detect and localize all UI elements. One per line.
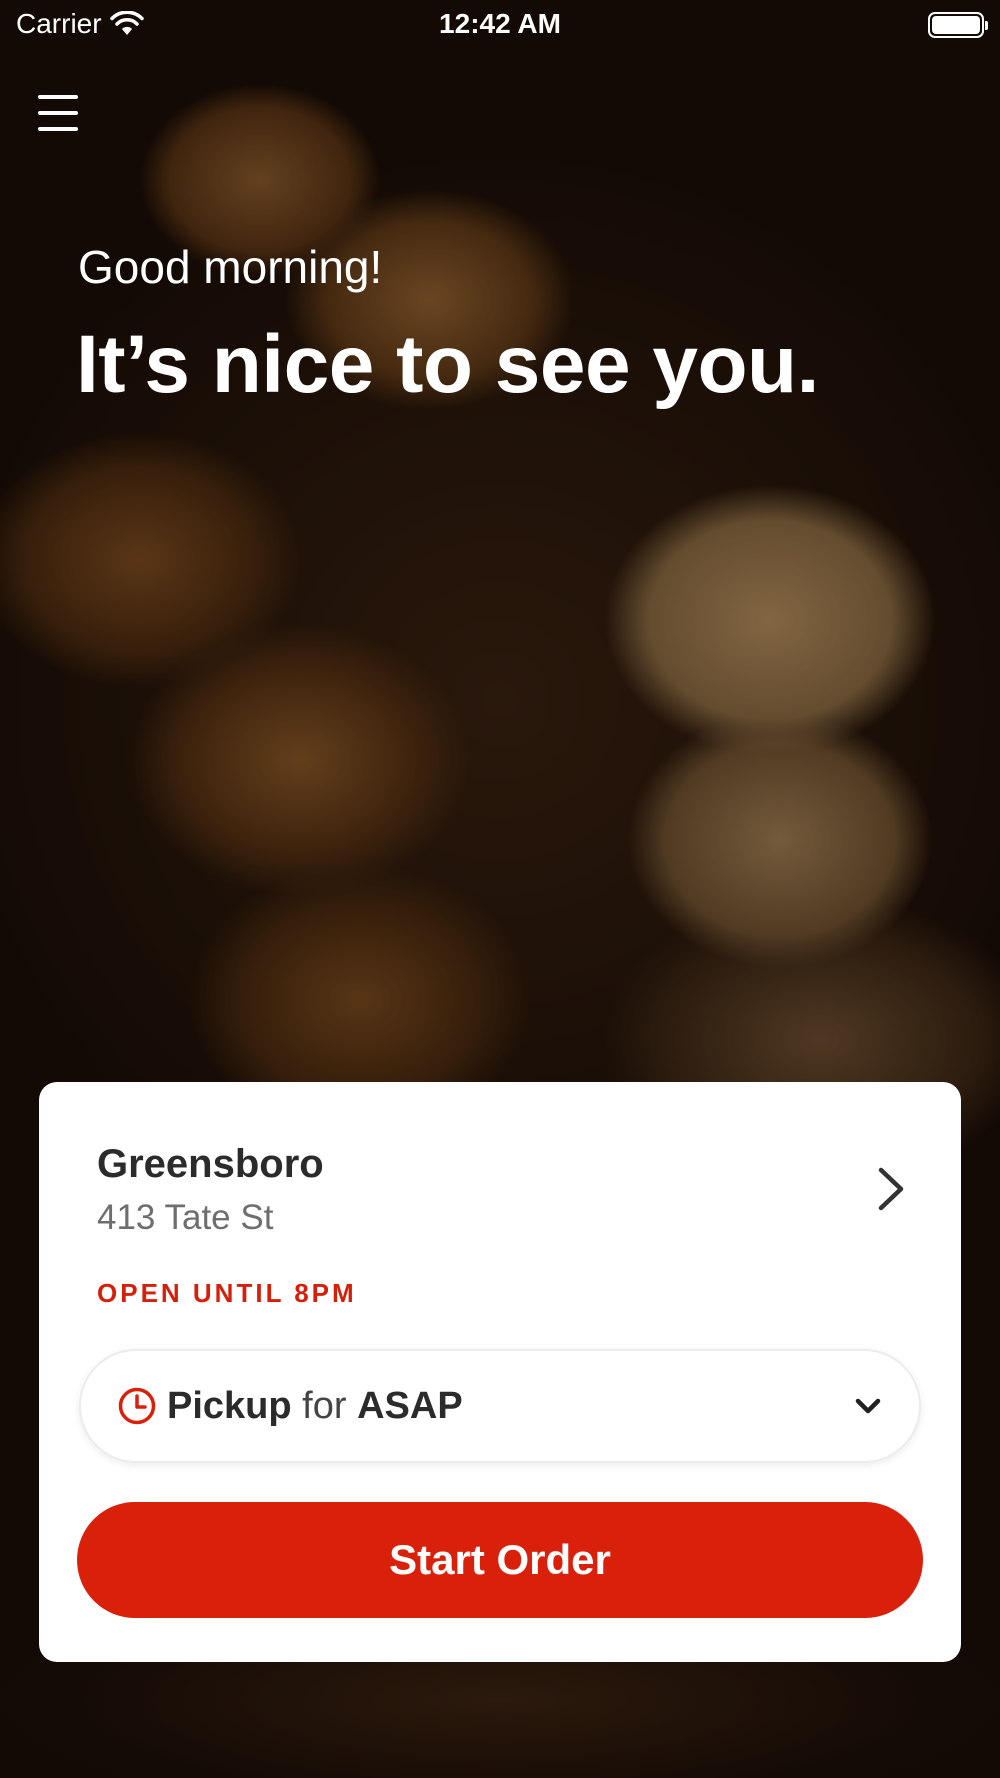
- location-name: Greensboro: [97, 1142, 324, 1186]
- start-order-button[interactable]: Start Order: [77, 1502, 923, 1618]
- pickup-summary: Pickup for ASAP: [167, 1385, 463, 1428]
- location-selector[interactable]: Greensboro 413 Tate St: [97, 1142, 909, 1242]
- open-status-label: OPEN UNTIL 8PM: [97, 1278, 357, 1308]
- clock-icon: [118, 1387, 156, 1425]
- chevron-down-icon: [855, 1398, 881, 1414]
- location-card: Greensboro 413 Tate St OPEN UNTIL 8PM Pi…: [39, 1082, 961, 1662]
- status-time: 12:42 AM: [439, 8, 561, 39]
- status-bar: Carrier 12:42 AM: [0, 0, 1000, 50]
- chevron-right-icon: [878, 1167, 904, 1211]
- battery-icon: [928, 12, 988, 38]
- pickup-time-dropdown[interactable]: Pickup for ASAP: [79, 1349, 921, 1463]
- greeting-text: Good morning!: [78, 241, 383, 293]
- hamburger-menu-icon[interactable]: [38, 95, 78, 131]
- order-type-label: Pickup: [167, 1384, 292, 1427]
- location-address: 413 Tate St: [97, 1198, 274, 1237]
- headline-text: It’s nice to see you.: [76, 319, 819, 410]
- order-time-label: ASAP: [357, 1384, 463, 1427]
- order-connector-label: for: [302, 1384, 347, 1427]
